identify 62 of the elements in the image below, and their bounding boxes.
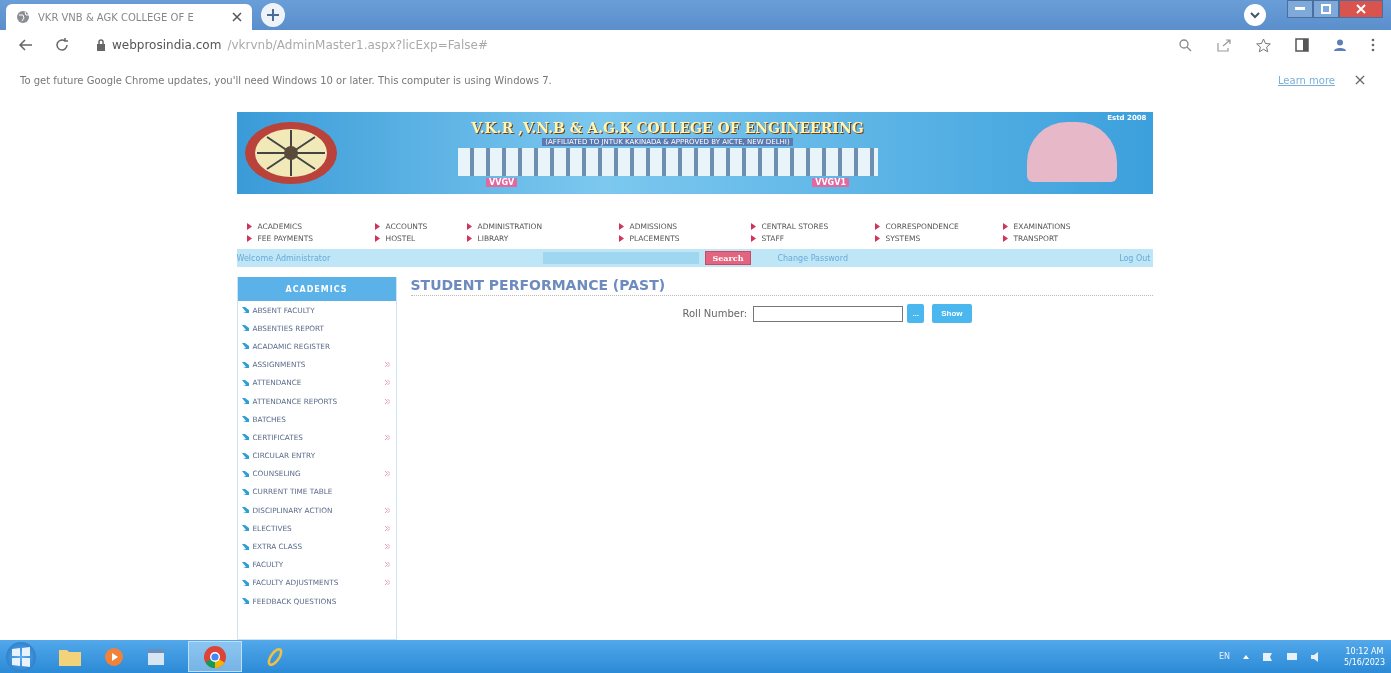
menu-icon[interactable] xyxy=(1371,38,1375,52)
arrow-icon xyxy=(241,379,249,386)
network-icon[interactable] xyxy=(1285,651,1298,662)
arrow-icon xyxy=(241,452,249,459)
arrow-icon xyxy=(241,543,249,550)
college-logo-icon xyxy=(242,120,339,186)
address-bar[interactable]: webprosindia.com /vkrvnb/AdminMaster1.aspx?licExp=False# xyxy=(96,38,488,52)
arrow-icon xyxy=(241,398,249,405)
arrow-icon xyxy=(241,598,249,605)
profile-icon[interactable] xyxy=(1333,38,1347,52)
arrow-icon xyxy=(241,307,249,314)
sidebar-heading: ACADEMICS xyxy=(237,277,396,301)
minimize-icon xyxy=(1295,7,1305,11)
browser-tab[interactable]: VKR VNB & AGK COLLEGE OF E xyxy=(6,4,252,30)
start-button[interactable] xyxy=(6,641,36,672)
media-player-icon[interactable] xyxy=(104,646,124,667)
chrome-taskbar-button[interactable] xyxy=(188,641,242,672)
arrow-icon xyxy=(241,579,249,586)
arrow-icon xyxy=(241,507,249,514)
window-icon[interactable] xyxy=(146,646,166,667)
zoom-icon[interactable] xyxy=(1178,38,1192,52)
update-message: To get future Google Chrome updates, you'll need Windows 10 or later. This computer is using Windows 7. xyxy=(20,74,552,86)
close-icon[interactable] xyxy=(1355,75,1365,85)
back-icon[interactable] xyxy=(18,37,34,53)
chevron-down-icon[interactable] xyxy=(1243,3,1267,27)
college-name: V.K.R ,V.N.B & A.G.K COLLEGE OF ENGINEERING xyxy=(471,119,864,136)
tray-arrow-icon[interactable] xyxy=(1241,653,1250,660)
arrow-icon xyxy=(241,416,249,423)
new-tab-icon[interactable] xyxy=(260,2,286,28)
page-title: STUDENT PERFORMANCE (PAST) xyxy=(410,277,1153,296)
arrow-icon xyxy=(241,561,249,568)
arrow-icon xyxy=(241,470,249,477)
tab-title: VKR VNB & AGK COLLEGE OF E xyxy=(38,11,195,23)
share-icon[interactable] xyxy=(1216,38,1232,52)
search-button[interactable]: Search xyxy=(704,251,752,265)
close-icon[interactable] xyxy=(232,12,242,22)
restore-button[interactable] xyxy=(1313,0,1339,18)
search-field[interactable] xyxy=(542,252,699,264)
browser-logo-icon xyxy=(203,644,227,669)
college-code: VVGV xyxy=(486,177,518,187)
close-window-button[interactable] xyxy=(1339,0,1383,18)
arrow-icon xyxy=(241,361,249,368)
lock-icon xyxy=(96,39,106,51)
reload-icon[interactable] xyxy=(54,37,70,53)
clock[interactable]: 10:12 AM 5/16/2023 xyxy=(1343,645,1385,668)
restore-icon xyxy=(1321,4,1331,14)
close-icon xyxy=(1356,4,1366,14)
college-code: VVGV1 xyxy=(812,177,849,187)
side-panel-icon[interactable] xyxy=(1295,38,1309,52)
star-icon[interactable] xyxy=(1256,37,1271,53)
arrow-icon xyxy=(241,343,249,350)
globe-icon xyxy=(16,10,30,24)
arrow-icon xyxy=(241,325,249,332)
arrow-icon xyxy=(241,488,249,495)
windows-logo-icon xyxy=(10,645,32,668)
minimize-button[interactable] xyxy=(1287,0,1313,18)
roll-number-label: Roll Number: xyxy=(682,308,748,319)
arrow-icon xyxy=(241,525,249,532)
arrow-icon xyxy=(241,434,249,441)
welcome-text: Welcome Administrator xyxy=(236,253,332,263)
roll-number-field[interactable] xyxy=(753,305,904,322)
flag-icon[interactable] xyxy=(1261,651,1274,662)
